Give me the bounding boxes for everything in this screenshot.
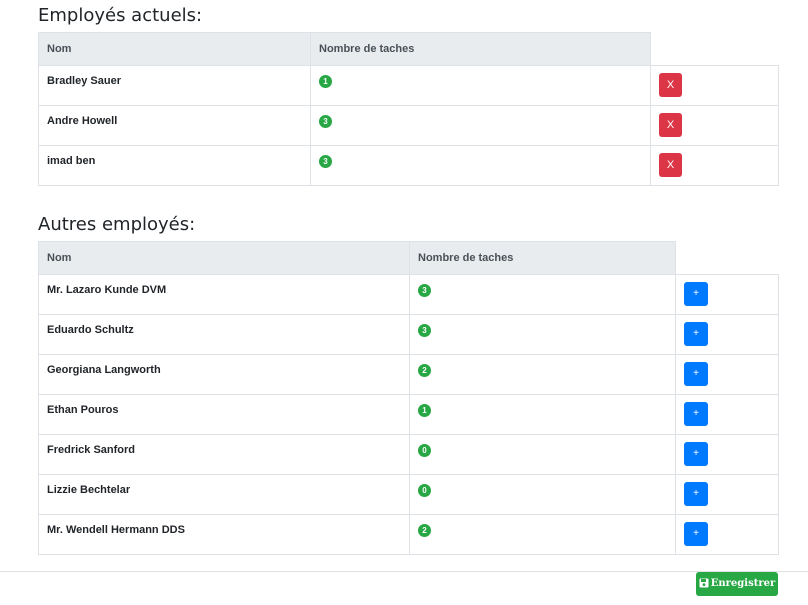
table-row: Andre Howell 3 X xyxy=(38,105,779,146)
task-count-badge: 1 xyxy=(319,75,332,88)
save-button[interactable]: Enregistrer xyxy=(696,572,778,596)
table-row: Fredrick Sanford 0 + xyxy=(38,434,779,475)
action-cell: + xyxy=(675,474,779,515)
task-count-badge: 3 xyxy=(418,324,431,337)
employee-name: Lizzie Bechtelar xyxy=(38,474,410,515)
task-count-badge: 3 xyxy=(418,284,431,297)
column-header-action xyxy=(650,32,779,66)
task-count-cell: 1 xyxy=(310,65,651,106)
add-employee-button[interactable]: + xyxy=(684,442,708,466)
save-button-label: Enregistrer xyxy=(710,578,776,589)
task-count-cell: 2 xyxy=(409,514,676,555)
add-employee-button[interactable]: + xyxy=(684,282,708,306)
employee-name: Mr. Lazaro Kunde DVM xyxy=(38,274,410,315)
column-header-name: Nom xyxy=(38,241,410,275)
other-employees-table: Nom Nombre de taches Mr. Lazaro Kunde DV… xyxy=(38,241,779,555)
add-employee-button[interactable]: + xyxy=(684,362,708,386)
table-row: Bradley Sauer 1 X xyxy=(38,65,779,106)
employee-name: Andre Howell xyxy=(38,105,311,146)
table-row: Lizzie Bechtelar 0 + xyxy=(38,474,779,515)
employee-name: Ethan Pouros xyxy=(38,394,410,435)
action-cell: X xyxy=(650,145,779,186)
action-cell: + xyxy=(675,434,779,475)
employee-name: imad ben xyxy=(38,145,311,186)
page: Employés actuels: Nom Nombre de taches B… xyxy=(0,0,808,605)
column-header-action xyxy=(675,241,779,275)
table-row: Ethan Pouros 1 + xyxy=(38,394,779,435)
action-cell: + xyxy=(675,514,779,555)
task-count-cell: 2 xyxy=(409,354,676,395)
action-cell: + xyxy=(675,314,779,355)
table-row: Mr. Lazaro Kunde DVM 3 + xyxy=(38,274,779,315)
add-employee-button[interactable]: + xyxy=(684,322,708,346)
add-employee-button[interactable]: + xyxy=(684,402,708,426)
employee-name: Bradley Sauer xyxy=(38,65,311,106)
action-cell: + xyxy=(675,394,779,435)
task-count-cell: 1 xyxy=(409,394,676,435)
table-row: Georgiana Langworth 2 + xyxy=(38,354,779,395)
employee-name: Georgiana Langworth xyxy=(38,354,410,395)
add-employee-button[interactable]: + xyxy=(684,482,708,506)
task-count-cell: 0 xyxy=(409,474,676,515)
add-employee-button[interactable]: + xyxy=(684,522,708,546)
action-cell: + xyxy=(675,354,779,395)
table-row: Mr. Wendell Hermann DDS 2 + xyxy=(38,514,779,555)
table-header-row: Nom Nombre de taches xyxy=(38,32,779,66)
task-count-badge: 2 xyxy=(418,364,431,377)
column-header-tasks: Nombre de taches xyxy=(310,32,651,66)
task-count-cell: 3 xyxy=(310,145,651,186)
task-count-cell: 3 xyxy=(409,274,676,315)
task-count-badge: 1 xyxy=(418,404,431,417)
task-count-cell: 0 xyxy=(409,434,676,475)
table-row: Eduardo Schultz 3 + xyxy=(38,314,779,355)
employee-name: Fredrick Sanford xyxy=(38,434,410,475)
task-count-badge: 3 xyxy=(319,115,332,128)
task-count-cell: 3 xyxy=(409,314,676,355)
employee-name: Mr. Wendell Hermann DDS xyxy=(38,514,410,555)
current-employees-title: Employés actuels: xyxy=(38,5,203,26)
task-count-badge: 3 xyxy=(319,155,332,168)
employee-name: Eduardo Schultz xyxy=(38,314,410,355)
remove-employee-button[interactable]: X xyxy=(659,113,682,137)
action-cell: + xyxy=(675,274,779,315)
footer-divider xyxy=(0,571,808,572)
table-row: imad ben 3 X xyxy=(38,145,779,186)
task-count-badge: 2 xyxy=(418,524,431,537)
other-employees-title: Autres employés: xyxy=(38,214,196,235)
table-header-row: Nom Nombre de taches xyxy=(38,241,779,275)
action-cell: X xyxy=(650,65,779,106)
current-employees-table: Nom Nombre de taches Bradley Sauer 1 X A… xyxy=(38,32,779,186)
floppy-disk-icon xyxy=(699,578,709,588)
task-count-badge: 0 xyxy=(418,484,431,497)
remove-employee-button[interactable]: X xyxy=(659,153,682,177)
remove-employee-button[interactable]: X xyxy=(659,73,682,97)
task-count-badge: 0 xyxy=(418,444,431,457)
task-count-cell: 3 xyxy=(310,105,651,146)
column-header-tasks: Nombre de taches xyxy=(409,241,676,275)
action-cell: X xyxy=(650,105,779,146)
column-header-name: Nom xyxy=(38,32,311,66)
